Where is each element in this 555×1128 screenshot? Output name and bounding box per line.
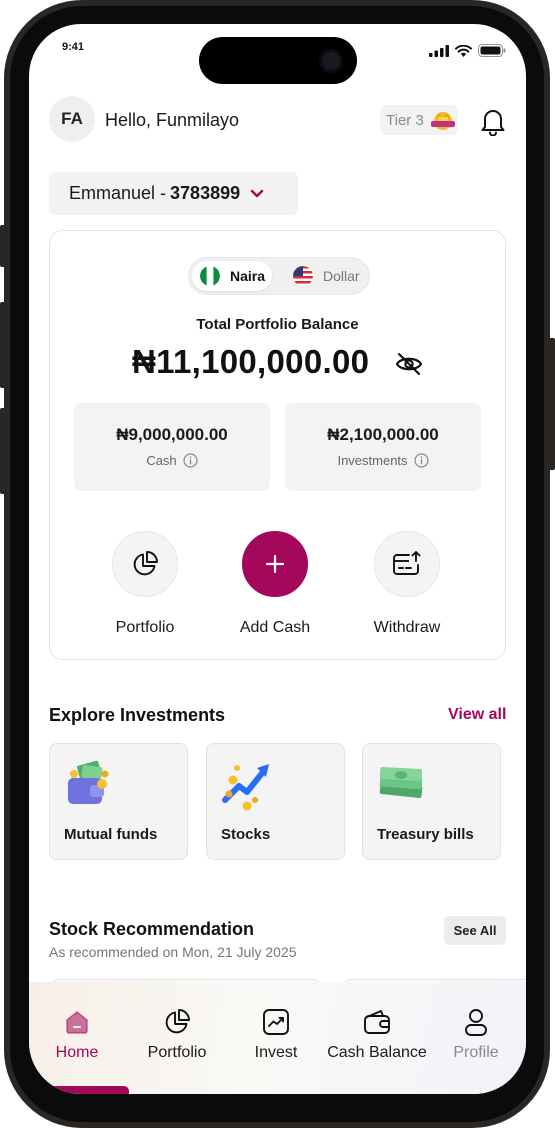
account-name: Emmanuel -: [69, 183, 167, 203]
nav-portfolio-label: Portfolio: [147, 1044, 207, 1061]
view-all-link[interactable]: View all: [448, 706, 506, 724]
nav-portfolio-icon-wrap: [127, 1006, 227, 1038]
currency-naira-label: Naira: [230, 268, 266, 284]
treasury-bills-label: Treasury bills: [377, 826, 474, 843]
bottom-navigation: Home Portfolio Invest Cash Balance Profi…: [29, 982, 526, 1094]
total-balance: ₦11,100,000.00: [132, 343, 370, 380]
withdraw-button[interactable]: Withdraw: [352, 531, 462, 637]
investments-amount: ₦2,100,000.00: [327, 425, 439, 444]
info-icon[interactable]: [413, 453, 429, 468]
signal-icon: [429, 44, 449, 57]
trend-chart-icon: [263, 1009, 289, 1035]
user-icon: [465, 1009, 487, 1036]
status-icons: [429, 44, 506, 57]
nav-home-label: Home: [55, 1044, 99, 1061]
withdraw-circle: [374, 531, 440, 597]
active-tab-indicator: [47, 1086, 129, 1094]
nav-profile-label: Profile: [453, 1044, 499, 1061]
battery-icon: [478, 44, 506, 57]
phone-side-button: [0, 408, 6, 494]
stocks-card[interactable]: Stocks: [206, 743, 345, 860]
wallet-money-icon: [68, 760, 109, 804]
cash-stack-icon: [379, 767, 423, 798]
chevron-down-icon: [250, 189, 264, 198]
currency-dollar-label: Dollar: [323, 268, 360, 284]
portfolio-action-label: Portfolio: [115, 619, 175, 636]
balance-title: Total Portfolio Balance: [196, 316, 359, 333]
add-cash-label: Add Cash: [239, 619, 311, 636]
status-time: 9:41: [62, 41, 85, 53]
account-selector[interactable]: Emmanuel - 3783899: [49, 172, 298, 215]
phone-side-button: [549, 338, 555, 470]
notification-bell-icon[interactable]: [479, 106, 507, 136]
treasury-bills-card[interactable]: Treasury bills: [362, 743, 501, 860]
stocks-arrow-icon: [222, 764, 269, 811]
currency-option-naira[interactable]: Naira: [192, 261, 272, 291]
withdraw-label: Withdraw: [373, 619, 441, 636]
cash-label: Cash: [146, 453, 177, 468]
nav-cash-icon-wrap: [327, 1006, 427, 1038]
wifi-icon: [455, 44, 472, 57]
stock-recommendation-title: Stock Recommendation: [49, 919, 255, 939]
investments-label-row: Investments: [285, 453, 481, 468]
tier-label: Tier 3: [386, 111, 424, 129]
info-icon[interactable]: [183, 453, 198, 468]
camera-icon: [319, 49, 343, 73]
mutual-funds-card[interactable]: Mutual funds: [49, 743, 188, 860]
nigeria-flag-icon: [200, 266, 220, 286]
cash-amount: ₦9,000,000.00: [116, 425, 228, 444]
nav-cash-balance[interactable]: Cash Balance: [327, 1006, 427, 1062]
phone-side-button: [0, 302, 6, 388]
see-all-button[interactable]: See All: [444, 916, 506, 945]
add-cash-button[interactable]: Add Cash: [220, 531, 330, 637]
account-number: 3783899: [170, 183, 241, 203]
eye-slash-icon[interactable]: [394, 351, 424, 377]
nav-portfolio[interactable]: Portfolio: [127, 1006, 227, 1062]
currency-option-dollar[interactable]: Dollar: [285, 261, 367, 291]
dynamic-island: [199, 37, 357, 84]
stocks-label: Stocks: [221, 826, 271, 843]
nav-home[interactable]: Home: [29, 1006, 127, 1062]
crown-medal-icon: [430, 112, 455, 130]
greeting-text: Hello, Funmilayo: [105, 110, 240, 130]
nav-invest-label: Invest: [254, 1044, 298, 1061]
stock-recommendation-date: As recommended on Mon, 21 July 2025: [49, 944, 297, 960]
nav-invest-icon-wrap: [226, 1006, 326, 1038]
nav-home-icon-wrap: [29, 1006, 127, 1038]
pie-chart-icon: [165, 1009, 190, 1034]
currency-toggle: Naira Dollar: [188, 257, 370, 295]
tier-badge[interactable]: Tier 3: [380, 105, 458, 135]
app-header: FA Hello, Funmilayo Tier 3: [49, 96, 506, 144]
portfolio-action-circle: [112, 531, 178, 597]
add-cash-circle: [242, 531, 308, 597]
explore-investments-title: Explore Investments: [49, 705, 226, 725]
nav-invest[interactable]: Invest: [226, 1006, 326, 1062]
nav-cash-label: Cash Balance: [327, 1044, 427, 1061]
phone-side-button: [0, 225, 6, 267]
nav-profile[interactable]: Profile: [426, 1006, 526, 1062]
home-icon: [66, 1011, 88, 1034]
mutual-funds-label: Mutual funds: [64, 826, 158, 843]
investments-label: Investments: [337, 453, 408, 468]
avatar[interactable]: FA: [49, 96, 95, 142]
portfolio-card: Naira Dollar Total Portfolio Balance ₦11…: [49, 230, 506, 660]
plus-icon: [265, 554, 285, 574]
portfolio-action-button[interactable]: Portfolio: [90, 531, 200, 637]
cash-label-row: Cash: [74, 453, 270, 468]
pie-chart-icon: [133, 551, 158, 576]
nav-profile-icon-wrap: [426, 1006, 526, 1038]
cash-balance-card: ₦9,000,000.00 Cash: [74, 403, 270, 491]
withdraw-card-icon: [393, 551, 421, 575]
wallet-icon: [364, 1010, 390, 1034]
investments-balance-card: ₦2,100,000.00 Investments: [285, 403, 481, 491]
app-screen: 9:41 FA Hello, Funmilayo Tier 3 Emmanuel…: [29, 24, 526, 1094]
usa-flag-icon: [293, 266, 313, 286]
